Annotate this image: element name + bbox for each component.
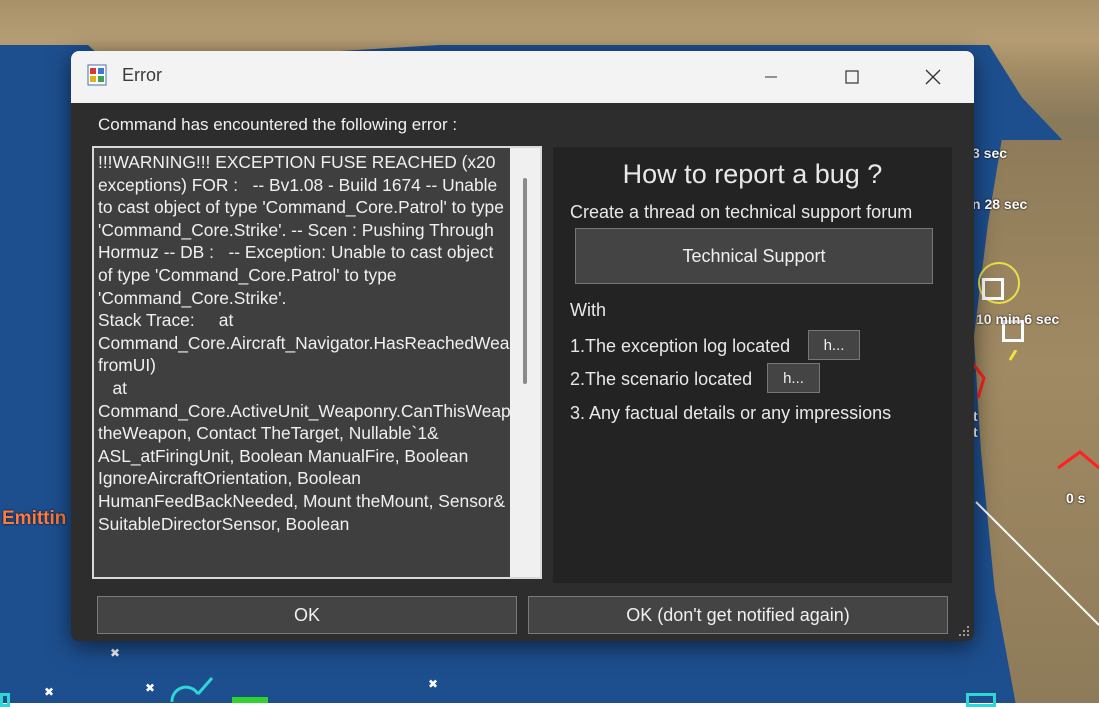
exception-log-text[interactable]: !!!WARNING!!! EXCEPTION FUSE REACHED (x2…	[98, 151, 540, 535]
maximize-icon	[845, 70, 859, 84]
report-title: How to report a bug ?	[622, 159, 883, 189]
exception-log-location-button[interactable]: h...	[808, 330, 860, 360]
report-bug-panel: How to report a bug ? Create a thread on…	[553, 147, 952, 583]
log-scrollbar-thumb[interactable]	[523, 178, 527, 384]
map-unit-label: 10 min 6 sec	[976, 311, 1060, 327]
map-track-lines	[968, 350, 1099, 626]
map-unit-label: n 28 sec	[972, 196, 1028, 212]
map-unit-symbol[interactable]	[0, 693, 10, 707]
minimize-icon	[765, 76, 777, 78]
maximize-button[interactable]	[829, 51, 875, 103]
report-subtitle: Create a thread on technical support for…	[570, 202, 913, 222]
minimize-button[interactable]	[748, 51, 794, 103]
error-header: Command has encountered the following er…	[98, 115, 458, 134]
error-dialog: Error Command has encountered the follow…	[71, 51, 974, 641]
map-unit-bar	[232, 697, 268, 703]
title-bar[interactable]: Error	[71, 51, 974, 103]
dialog-body: Command has encountered the following er…	[71, 103, 974, 641]
map-contact-marker[interactable]: ✖	[110, 646, 120, 660]
close-icon	[925, 69, 941, 85]
map-contact-marker[interactable]: ✖	[44, 685, 54, 699]
technical-support-button[interactable]: Technical Support	[575, 228, 933, 284]
map-contact-marker[interactable]: ✖	[145, 681, 155, 695]
window-title: Error	[122, 65, 162, 85]
emitting-label: Emittin	[2, 508, 67, 529]
map-unit-symbol[interactable]	[168, 674, 218, 703]
exception-log-textbox[interactable]: !!!WARNING!!! EXCEPTION FUSE REACHED (x2…	[92, 146, 542, 579]
scenario-location-button[interactable]: h...	[767, 363, 820, 393]
ok-dont-notify-button[interactable]: OK (don't get notified again)	[528, 596, 948, 634]
exception-log-location-label: 1.The exception log located	[570, 336, 791, 356]
app-icon	[87, 64, 107, 86]
log-scrollbar[interactable]	[510, 148, 540, 577]
scenario-location-label: 2.The scenario located	[570, 369, 753, 389]
details-label: 3. Any factual details or any impression…	[570, 403, 892, 423]
resize-grip-icon[interactable]	[958, 625, 970, 637]
with-label: With	[570, 300, 606, 320]
map-unit-label: 3 sec	[972, 145, 1008, 161]
map-contact-marker[interactable]: ✖	[428, 677, 438, 691]
ok-button[interactable]: OK	[97, 596, 517, 634]
map-unit-marker[interactable]	[982, 278, 1004, 300]
map-unit-symbol[interactable]	[966, 693, 996, 707]
close-button[interactable]	[910, 51, 956, 103]
